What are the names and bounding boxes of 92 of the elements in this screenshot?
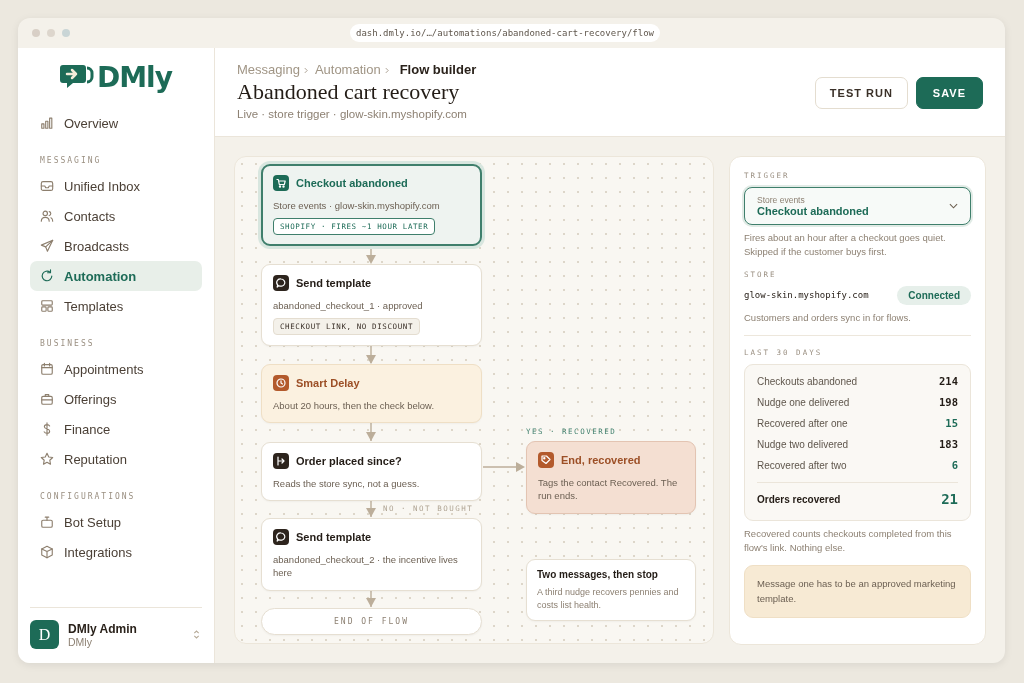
chevron-up-down-icon [193, 629, 200, 640]
nav-item[interactable]: Overview [30, 108, 202, 138]
chart-icon [40, 116, 54, 130]
nav-item[interactable]: Contacts [30, 201, 202, 231]
nav-item[interactable]: Integrations [30, 537, 202, 567]
account-switcher[interactable]: D DMly Admin DMly [30, 607, 202, 663]
stat-value: 6 [951, 459, 958, 472]
node-title: Checkout abandoned [296, 177, 408, 189]
node-description: About 20 hours, then the check below. [273, 399, 436, 413]
status-badge: Connected [897, 285, 971, 305]
inbox-icon [40, 179, 54, 193]
avatar: D [30, 620, 59, 649]
node-title: Smart Delay [296, 377, 360, 389]
cart-icon [273, 175, 289, 191]
node-description: abandoned_checkout_1 · approved [273, 299, 424, 313]
page-title: Abandoned cart recovery [237, 79, 461, 105]
user-name: DMly Admin [68, 621, 138, 636]
stat-value: 21 [941, 491, 958, 508]
star-icon [40, 452, 54, 466]
breadcrumb: Flow builder [399, 62, 477, 77]
nav-item[interactable]: Appointments [30, 354, 202, 384]
page-subtitle: Live · store trigger · glow-skin.myshopify.com [237, 108, 468, 120]
nav-item[interactable]: Unified Inbox [30, 171, 202, 201]
bag-icon [40, 392, 54, 406]
nav-item[interactable]: Offerings [30, 384, 202, 414]
layout-icon [40, 299, 54, 313]
nav-item[interactable]: Finance [30, 414, 202, 444]
stat-label: Recovered after one [757, 417, 848, 429]
end-node[interactable]: End, recovered Tags the contact Recovered. The run ends. [526, 441, 696, 514]
node-title: Two messages, then stop [537, 569, 658, 580]
stat-label: Recovered after two [757, 459, 847, 471]
store-domain: glow-skin.myshopify.com [744, 290, 869, 300]
message-node[interactable]: Send template abandoned_checkout_2 · the incentive lives here [261, 518, 482, 591]
node-description: Tags the contact Recovered. The run ends. [538, 476, 679, 503]
send-icon [40, 239, 54, 253]
branch-icon [273, 453, 289, 469]
nav-item[interactable]: Templates [30, 291, 202, 321]
node-title: Order placed since? [296, 455, 402, 467]
logo-text: DMly [97, 60, 172, 94]
nav-item[interactable]: Automation [30, 261, 202, 291]
node-title: End, recovered [561, 454, 641, 466]
node-description: Reads the store sync, not a guess. [273, 477, 421, 491]
cube-icon [40, 545, 54, 559]
stat-label: Nudge two delivered [757, 438, 849, 450]
section-heading: MESSAGING [39, 155, 103, 167]
nav-item[interactable]: Broadcasts [30, 231, 202, 261]
help-text: Fires about an hour after a checkout goes quiet. Skipped if the customer buys first. [744, 231, 947, 260]
stat-value: 214 [939, 375, 958, 388]
node-description: abandoned_checkout_2 · the incentive lives here [273, 553, 459, 580]
save-button[interactable]: SAVE [915, 77, 983, 109]
condition-node[interactable]: Order placed since? Reads the store sync, not a guess. [261, 442, 482, 502]
chat-arrow-logo-icon [60, 63, 94, 91]
stat-label: Nudge one delivered [757, 396, 850, 408]
window-dot[interactable] [47, 29, 55, 37]
stat-label: Checkouts abandoned [757, 375, 858, 387]
stat-value: 15 [945, 417, 958, 430]
tag-icon [538, 452, 554, 468]
stat-value: 183 [939, 438, 958, 451]
calendar-icon [40, 362, 54, 376]
trigger-select[interactable]: Store events Checkout abandoned [744, 187, 971, 225]
clock-icon [273, 375, 289, 391]
help-text: Recovered counts checkouts completed from this flow's link. Nothing else. [744, 526, 953, 555]
delay-node[interactable]: Smart Delay About 20 hours, then the check below. [261, 364, 482, 424]
stat-value: 198 [939, 396, 958, 409]
chat-bubble-icon [273, 529, 289, 545]
warning-note: Message one has to be an approved marketing template. [744, 565, 971, 618]
address-bar[interactable]: dash.dmly.io/…/automations/abandoned-cart-recovery/flow [350, 24, 660, 42]
section-heading: CONFIGURATIONS [39, 491, 137, 503]
stat-label: Orders recovered [757, 493, 841, 505]
bot-icon [40, 515, 54, 529]
nav-item[interactable]: Bot Setup [30, 507, 202, 537]
chevron-icon [384, 67, 389, 74]
end-of-flow-node[interactable]: END OF FLOW [261, 608, 482, 635]
cycle-icon [40, 269, 54, 283]
nav-item[interactable]: Reputation [30, 444, 202, 474]
chat-bubble-icon [273, 275, 289, 291]
node-title: Send template [296, 277, 372, 289]
window-dot[interactable] [62, 29, 70, 37]
help-text: Customers and orders sync in for flows. [744, 310, 912, 325]
chevron-down-icon [949, 203, 958, 209]
org-name: DMly [68, 635, 92, 648]
connector-arrow [366, 420, 376, 442]
section-heading: BUSINESS [39, 338, 96, 350]
node-description: Store events · glow-skin.myshopify.com [273, 199, 441, 213]
people-icon [40, 209, 54, 223]
chevron-icon [303, 67, 308, 74]
test-run-button[interactable]: TEST RUN [814, 77, 908, 109]
node-description: A third nudge recovers pennies and costs list health. [537, 586, 680, 612]
connector-arrow [482, 462, 525, 472]
note-card[interactable]: Two messages, then stop A third nudge recovers pennies and costs list health. [526, 559, 696, 622]
node-title: Send template [296, 531, 372, 543]
window-dot[interactable] [32, 29, 40, 37]
